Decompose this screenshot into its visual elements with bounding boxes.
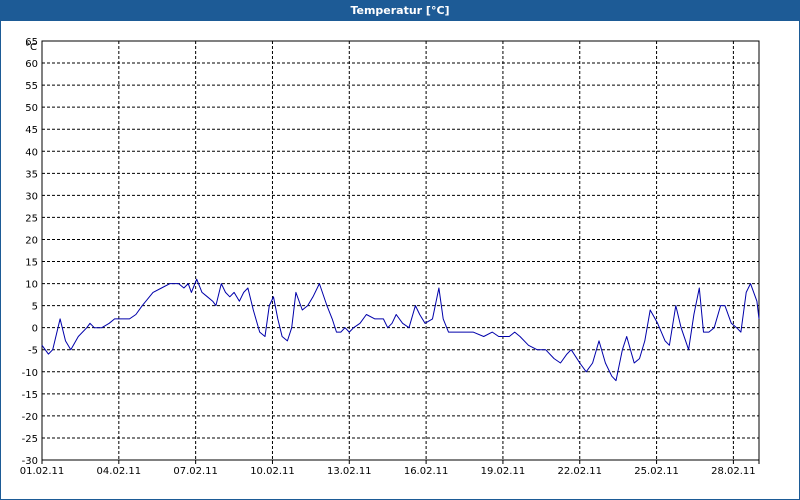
y-tick-label: -20 <box>22 412 38 423</box>
y-tick-label: -15 <box>22 390 38 401</box>
x-tick-label: 16.02.11 <box>404 466 449 477</box>
x-tick-label: 28.02.11 <box>711 466 756 477</box>
y-tick-label: 35 <box>25 169 38 180</box>
y-tick-label: -5 <box>28 346 38 357</box>
y-tick-label: 45 <box>25 125 38 136</box>
x-tick-label: 13.02.11 <box>327 466 372 477</box>
x-tick-label: 04.02.11 <box>97 466 142 477</box>
y-tick-label: 10 <box>25 280 38 291</box>
chart-window: Temperatur [°C] °C 65 60 55 50 45 40 35 30 25 20 15… <box>0 0 800 500</box>
plot-area <box>41 40 760 461</box>
y-tick-label: 30 <box>25 191 38 202</box>
x-tick-label: 10.02.11 <box>250 466 295 477</box>
y-tick-label: 40 <box>25 147 38 158</box>
y-tick-label: 55 <box>25 81 38 92</box>
series <box>41 278 760 382</box>
y-tick-label: -25 <box>22 434 38 445</box>
x-axis-ticks: 01.02.11 04.02.11 07.02.11 10.02.11 13.02.11… <box>20 460 760 477</box>
y-axis-ticks: °C65605550454035302520151050-5-10-15-20-… <box>22 37 38 467</box>
x-tick-label: 25.02.11 <box>634 466 679 477</box>
temperature-chart: °C65605550454035302520151050-5-10-15-20-… <box>20 37 760 477</box>
y-tick-label: 65 <box>25 37 38 48</box>
y-tick-label: 20 <box>25 235 38 246</box>
y-tick-label: -10 <box>22 368 38 379</box>
x-tick-label: 22.02.11 <box>557 466 602 477</box>
y-tick-label: 5 <box>32 302 38 313</box>
y-tick-label: 50 <box>25 103 38 114</box>
x-tick-label: 01.02.11 <box>20 466 65 477</box>
y-tick-label: 25 <box>25 213 38 224</box>
temperature-series-line <box>41 278 760 382</box>
chart-title: Temperatur [°C] <box>1 1 799 21</box>
y-tick-label: 60 <box>25 59 38 70</box>
y-tick-label: 15 <box>25 258 38 269</box>
grid <box>42 40 759 460</box>
x-tick-label: 19.02.11 <box>481 466 526 477</box>
y-tick-label: 0 <box>32 324 38 335</box>
x-tick-label: 07.02.11 <box>173 466 218 477</box>
